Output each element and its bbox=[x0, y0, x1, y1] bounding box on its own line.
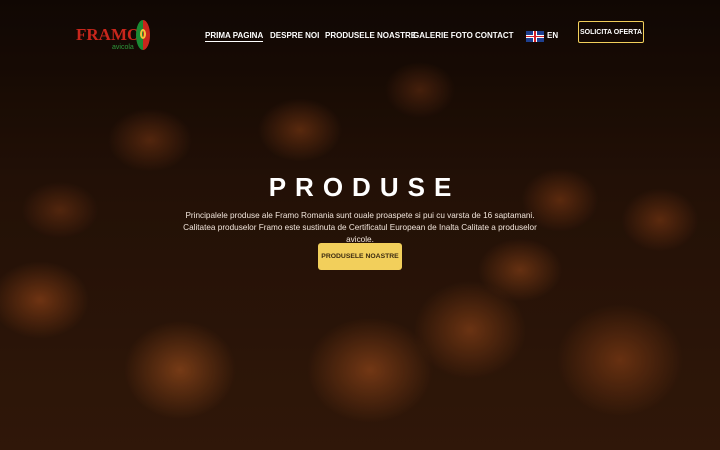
menu-item-contact[interactable]: CONTACT bbox=[475, 31, 514, 40]
hero-title: PRODUSE bbox=[268, 172, 461, 202]
hero-section: FRAMO avicola PRIMA PAGINA DESPRE NOI PR… bbox=[0, 0, 720, 450]
language-label: EN bbox=[547, 31, 559, 40]
logo-brand: FRAMO bbox=[76, 25, 141, 44]
our-products-button[interactable]: PRODUSELE NOASTRE bbox=[318, 243, 402, 270]
logo-egg-icon bbox=[136, 20, 150, 50]
logo-subtitle: avicola bbox=[112, 44, 134, 51]
menu-item-galerie-foto[interactable]: GALERIE FOTO bbox=[413, 31, 473, 40]
uk-flag-icon bbox=[526, 31, 544, 42]
menu-item-despre-noi[interactable]: DESPRE NOI bbox=[270, 31, 319, 40]
top-navigation: FRAMO avicola PRIMA PAGINA DESPRE NOI PR… bbox=[0, 0, 720, 70]
menu-item-prima-pagina[interactable]: PRIMA PAGINA bbox=[205, 31, 264, 42]
site-logo[interactable]: FRAMO avicola bbox=[76, 20, 152, 54]
hero-description: Principalele produse ale Framo Romania s… bbox=[183, 211, 537, 244]
request-offer-button[interactable]: SOLICITA OFERTA bbox=[578, 21, 644, 43]
menu-item-produsele-noastre[interactable]: PRODUSELE NOASTRE bbox=[325, 31, 416, 40]
